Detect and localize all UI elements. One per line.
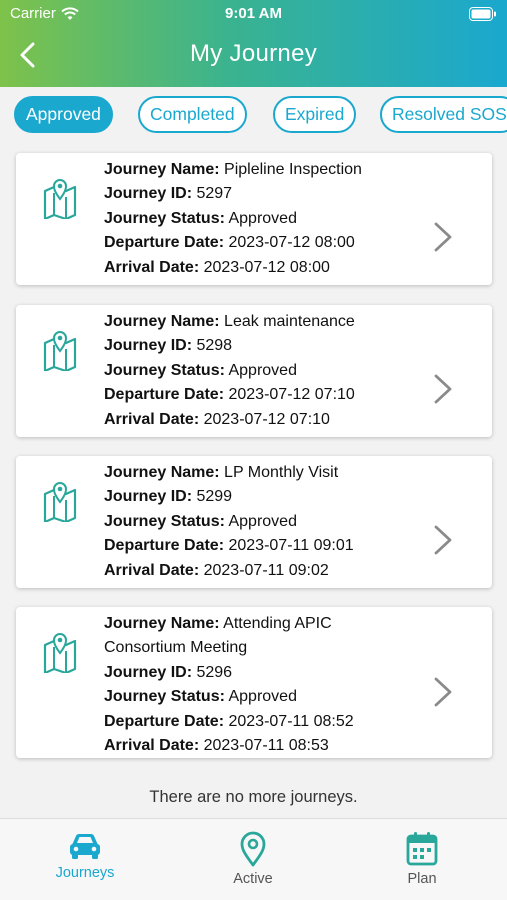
map-pin-icon	[43, 633, 77, 673]
tabbar-active[interactable]: Active	[193, 831, 313, 887]
arrival-date-label: Arrival Date:	[104, 737, 200, 755]
journey-status-label: Journey Status:	[104, 209, 225, 227]
journey-name: Leak maintenance	[224, 313, 355, 330]
journey-name-label: Journey Name:	[104, 464, 220, 481]
journey-id-label: Journey ID:	[104, 663, 193, 681]
status-tabs: Approved Completed Expired Resolved SOS	[14, 96, 507, 134]
journey-id-label: Journey ID:	[104, 185, 193, 203]
battery-icon	[469, 7, 496, 21]
page-title: My Journey	[189, 40, 318, 67]
car-icon	[70, 834, 100, 859]
tab-expired[interactable]: Expired	[273, 96, 357, 133]
departure-date: 2023-07-11 08:52	[228, 712, 354, 730]
clock: 9:01 AM	[225, 5, 282, 22]
chevron-right-icon[interactable]	[432, 524, 454, 556]
journey-name-label: Journey Name:	[104, 615, 220, 632]
tab-approved[interactable]: Approved	[14, 96, 113, 133]
calendar-icon	[406, 832, 438, 866]
departure-date-label: Departure Date:	[104, 712, 225, 730]
chevron-right-icon[interactable]	[432, 676, 454, 708]
journey-status: Approved	[228, 209, 297, 227]
journey-id-label: Journey ID:	[104, 488, 193, 506]
journey-details: Journey Name: Pipleline Inspection Journ…	[104, 158, 394, 280]
journey-name-label: Journey Name:	[104, 313, 220, 330]
departure-date: 2023-07-11 09:01	[228, 537, 354, 555]
arrival-date-label: Arrival Date:	[104, 410, 200, 428]
header-bar: Carrier 9:01 AM My Journey	[0, 0, 507, 87]
tab-completed[interactable]: Completed	[138, 96, 247, 133]
map-pin-icon	[43, 179, 77, 219]
end-of-list-message: There are no more journeys.	[149, 788, 358, 806]
arrival-date: 2023-07-12 08:00	[203, 258, 330, 276]
departure-date-label: Departure Date:	[104, 537, 225, 555]
map-pin-icon	[43, 331, 77, 371]
tabbar-journeys-label: Journeys	[55, 865, 115, 881]
status-bar: Carrier 9:01 AM	[0, 5, 507, 25]
bottom-tab-bar: Journeys Active Plan	[0, 818, 507, 900]
journey-card[interactable]: Journey Name: Attending APIC Consortium …	[16, 607, 492, 758]
tab-resolved-sos[interactable]: Resolved SOS	[380, 96, 507, 133]
arrival-date-label: Arrival Date:	[104, 561, 200, 579]
tabbar-journeys[interactable]: Journeys	[25, 831, 145, 881]
tabbar-plan-label: Plan	[407, 871, 437, 887]
journey-id: 5296	[196, 663, 233, 681]
journey-id: 5297	[196, 185, 233, 203]
journey-status-label: Journey Status:	[104, 512, 225, 530]
location-pin-icon	[240, 831, 266, 867]
journey-card[interactable]: Journey Name: LP Monthly Visit Journey I…	[16, 456, 492, 588]
arrival-date: 2023-07-11 09:02	[203, 561, 329, 579]
arrival-date: 2023-07-12 07:10	[203, 410, 330, 428]
journey-details: Journey Name: LP Monthly Visit Journey I…	[104, 461, 394, 583]
journey-card[interactable]: Journey Name: Pipleline Inspection Journ…	[16, 153, 492, 285]
departure-date: 2023-07-12 08:00	[228, 234, 355, 252]
journey-name-label: Journey Name:	[104, 161, 220, 178]
journey-status: Approved	[228, 361, 297, 379]
tabbar-plan[interactable]: Plan	[362, 831, 482, 887]
tabbar-active-label: Active	[233, 871, 273, 887]
chevron-right-icon[interactable]	[432, 221, 454, 253]
journey-details: Journey Name: Attending APIC Consortium …	[104, 612, 394, 758]
arrival-date-label: Arrival Date:	[104, 258, 200, 276]
journey-id-label: Journey ID:	[104, 337, 193, 355]
arrival-date: 2023-07-11 08:53	[203, 737, 329, 755]
chevron-right-icon[interactable]	[432, 373, 454, 405]
departure-date: 2023-07-12 07:10	[228, 386, 355, 404]
journey-name: LP Monthly Visit	[224, 464, 339, 481]
map-pin-icon	[43, 482, 77, 522]
departure-date-label: Departure Date:	[104, 386, 225, 404]
journey-status: Approved	[228, 688, 297, 706]
journey-status: Approved	[228, 512, 297, 530]
departure-date-label: Departure Date:	[104, 234, 225, 252]
journey-id: 5299	[196, 488, 233, 506]
journey-details: Journey Name: Leak maintenance Journey I…	[104, 310, 394, 432]
journey-name: Pipleline Inspection	[224, 161, 362, 178]
journey-card[interactable]: Journey Name: Leak maintenance Journey I…	[16, 305, 492, 437]
journey-id: 5298	[196, 337, 233, 355]
journey-status-label: Journey Status:	[104, 361, 225, 379]
journey-status-label: Journey Status:	[104, 688, 225, 706]
